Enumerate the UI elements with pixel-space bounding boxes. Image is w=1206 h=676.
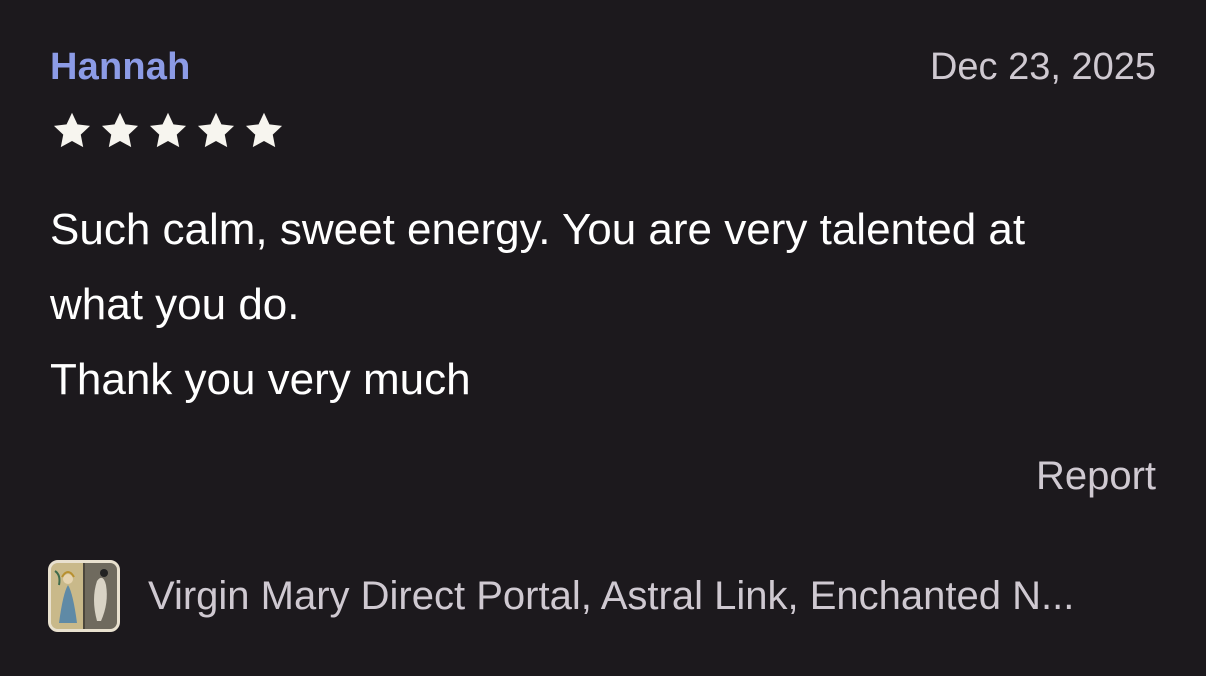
virgin-mary-card-thumbnail-icon [48, 560, 120, 632]
product-title: Virgin Mary Direct Portal, Astral Link, … [148, 573, 1075, 618]
star-icon [194, 110, 238, 152]
star-icon [50, 110, 94, 152]
review-text-line: Such calm, sweet energy. You are very ta… [50, 205, 1026, 254]
review-text: Such calm, sweet energy. You are very ta… [50, 192, 1160, 417]
star-icon [146, 110, 190, 152]
star-icon [242, 110, 286, 152]
report-link[interactable]: Report [1036, 454, 1156, 499]
review-text-line: Thank you very much [50, 355, 471, 404]
star-rating [50, 110, 286, 152]
review-text-line: what you do. [50, 280, 300, 329]
star-icon [98, 110, 142, 152]
review-date: Dec 23, 2025 [929, 46, 1156, 88]
product-link[interactable]: Virgin Mary Direct Portal, Astral Link, … [48, 560, 1074, 632]
review-card: Hannah Dec 23, 2025 Such calm, sweet ene… [0, 0, 1206, 676]
reviewer-name[interactable]: Hannah [50, 46, 191, 89]
